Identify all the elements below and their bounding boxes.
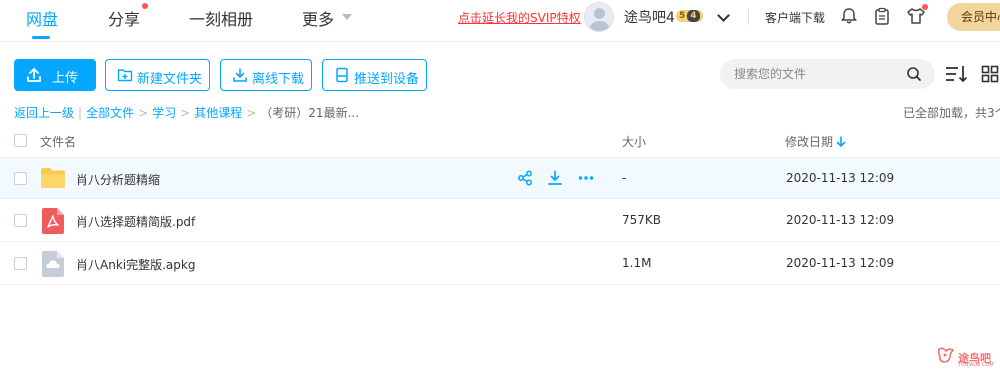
breadcrumb: 返回上一级 | 全部文件 > 学习 > 其他课程 > （考研）21最新...: [14, 104, 359, 121]
client-download-link[interactable]: 客户端下载: [765, 9, 825, 26]
member-center-label: 会员中心: [961, 10, 1000, 24]
watermark-logo-icon: [937, 347, 955, 363]
breadcrumb-item-other-courses[interactable]: 其他课程: [194, 106, 242, 120]
breadcrumb-current: （考研）21最新...: [260, 106, 360, 120]
column-modified[interactable]: 修改日期: [785, 133, 833, 150]
sort-desc-icon[interactable]: [836, 136, 846, 148]
search-box: [720, 59, 935, 89]
row-checkbox[interactable]: [14, 257, 27, 270]
search-input[interactable]: [734, 66, 894, 82]
table-row[interactable]: 肖八选择题精简版.pdf 757KB 2020-11-13 12:09: [0, 200, 1000, 242]
tab-share[interactable]: 分享: [108, 6, 140, 30]
push-to-device-label: 推送到设备: [354, 72, 420, 87]
breadcrumb-item-all-files[interactable]: 全部文件: [86, 106, 134, 120]
new-folder-label: 新建文件夹: [137, 72, 203, 87]
file-modified: 2020-11-13 12:09: [786, 171, 895, 185]
watermark-subtext: TUNIAO8.COM: [958, 362, 994, 368]
top-nav: 网盘 分享 一刻相册 更多 点击延长我的SVIP特权 途鸟吧4 54 客户端下载…: [0, 0, 1000, 42]
share-icon[interactable]: [517, 170, 533, 186]
sort-list-icon[interactable]: [945, 64, 969, 84]
push-to-device-button[interactable]: 推送到设备: [322, 59, 427, 91]
column-name[interactable]: 文件名: [40, 133, 76, 150]
chevron-down-icon[interactable]: [342, 14, 352, 20]
breadcrumb-separator: >: [246, 106, 257, 120]
grid-view-icon[interactable]: [981, 65, 999, 83]
username[interactable]: 途鸟吧4: [624, 7, 675, 27]
breadcrumb-item-study[interactable]: 学习: [152, 106, 176, 120]
account-dropdown-icon[interactable]: [717, 9, 730, 22]
upload-label: 上传: [52, 71, 79, 86]
tab-netdisk[interactable]: 网盘: [26, 6, 58, 30]
active-tab-indicator: [32, 36, 50, 39]
device-icon: [336, 67, 348, 83]
file-size: 757KB: [622, 213, 662, 227]
skin-notification-dot: [922, 4, 928, 10]
vip-level-secondary: 4: [687, 10, 700, 22]
row-checkbox[interactable]: [14, 214, 27, 227]
search-icon[interactable]: [906, 66, 922, 82]
share-notification-dot: [142, 3, 148, 9]
file-name[interactable]: 肖八选择题精简版.pdf: [76, 213, 195, 230]
member-center-button[interactable]: 会员中心: [947, 3, 1000, 31]
clipboard-icon[interactable]: [873, 7, 891, 25]
column-size[interactable]: 大小: [622, 133, 646, 150]
download-icon: [233, 68, 247, 82]
download-icon[interactable]: [547, 170, 563, 186]
tab-album[interactable]: 一刻相册: [189, 6, 253, 30]
pdf-file-icon: [42, 208, 64, 234]
file-name[interactable]: 肖八Anki完整版.apkg: [76, 256, 195, 273]
new-folder-button[interactable]: 新建文件夹: [105, 59, 210, 91]
offline-download-label: 离线下载: [252, 72, 305, 87]
upload-icon: [27, 68, 41, 82]
load-status: 已全部加载，共3个: [903, 106, 1000, 120]
svip-promo-link[interactable]: 点击延长我的SVIP特权: [458, 9, 581, 26]
bell-icon[interactable]: [840, 7, 858, 25]
vip-level: 5: [679, 11, 686, 21]
avatar[interactable]: [584, 2, 614, 32]
breadcrumb-separator: >: [180, 106, 191, 120]
new-folder-icon: [117, 69, 133, 82]
upload-button[interactable]: 上传: [14, 59, 96, 91]
vip-level-badge: 54: [676, 10, 703, 22]
file-size: -: [622, 171, 627, 185]
folder-icon: [41, 168, 65, 188]
breadcrumb-separator: >: [138, 106, 149, 120]
row-checkbox[interactable]: [14, 172, 27, 185]
tab-more[interactable]: 更多: [302, 6, 334, 30]
offline-download-button[interactable]: 离线下载: [220, 59, 312, 91]
file-modified: 2020-11-13 12:09: [786, 213, 895, 227]
generic-file-icon: [42, 251, 64, 277]
divider: [748, 9, 749, 25]
file-size: 1.1M: [622, 256, 652, 270]
breadcrumb-divider: |: [78, 106, 83, 120]
table-header: 文件名 大小 修改日期: [0, 128, 1000, 156]
file-name[interactable]: 肖八分析题精缩: [76, 171, 160, 188]
back-link[interactable]: 返回上一级: [14, 106, 74, 120]
select-all-checkbox[interactable]: [14, 134, 27, 147]
file-modified: 2020-11-13 12:09: [786, 256, 895, 270]
more-icon[interactable]: [578, 170, 594, 186]
table-row[interactable]: 肖八分析题精缩 - 2020-11-13 12:09: [0, 157, 1000, 199]
table-row[interactable]: 肖八Anki完整版.apkg 1.1M 2020-11-13 12:09: [0, 243, 1000, 285]
